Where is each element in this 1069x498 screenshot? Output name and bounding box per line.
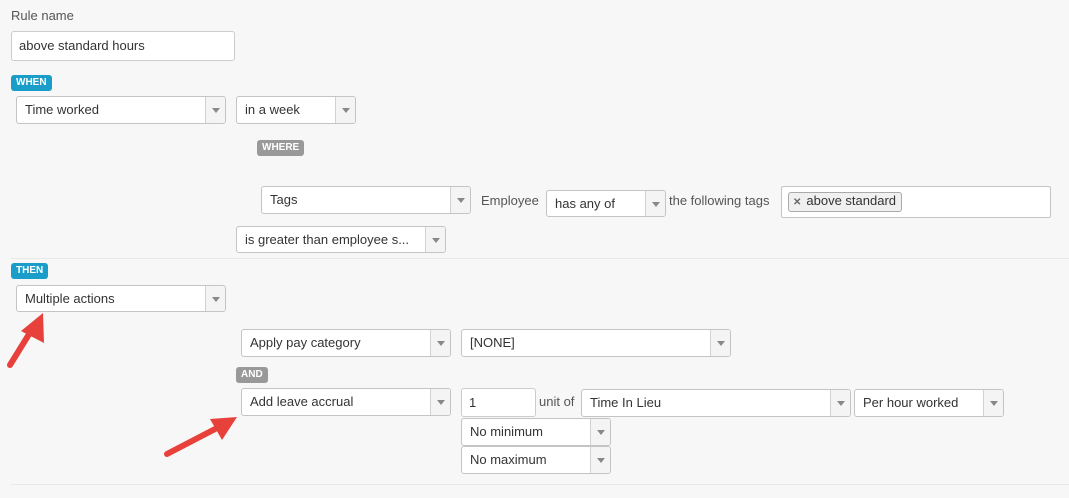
annotation-arrows [7, 313, 237, 457]
annotation-arrow-icon [164, 417, 237, 457]
annotation-arrow-icon [7, 313, 44, 368]
